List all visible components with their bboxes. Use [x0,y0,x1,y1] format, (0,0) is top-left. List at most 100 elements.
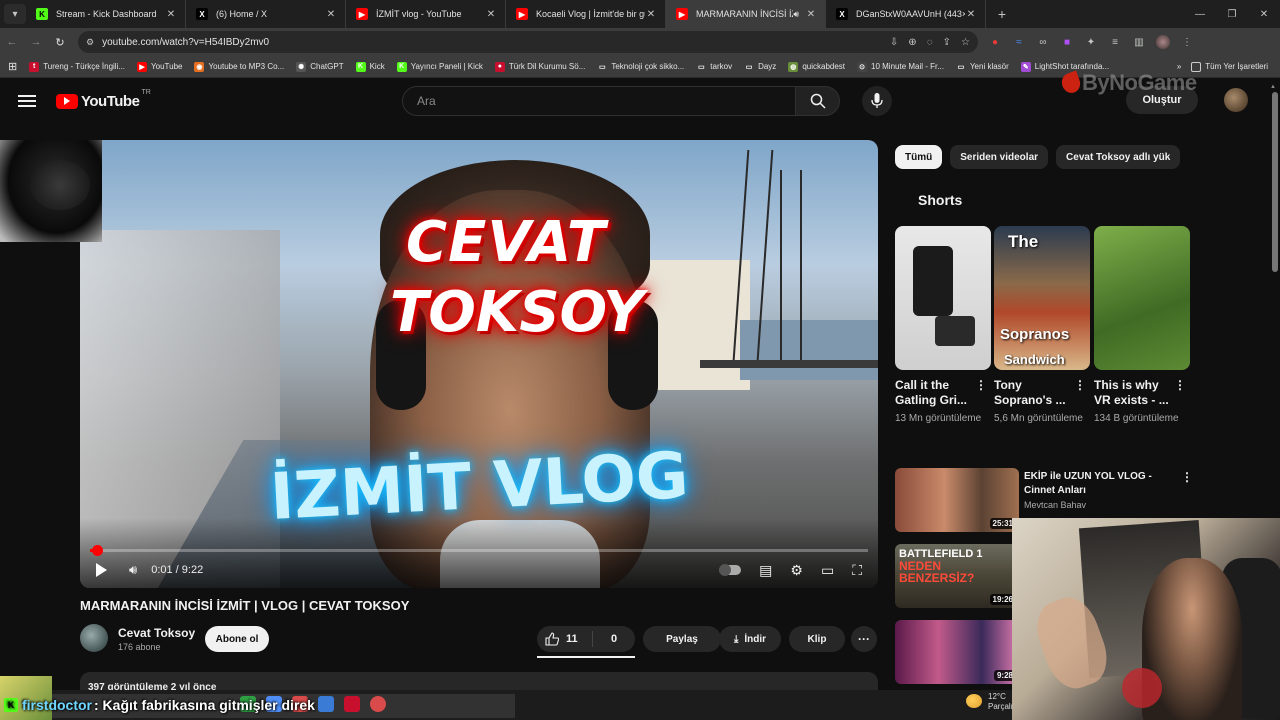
bookmark-item[interactable]: ▭ Yeni klasör [955,61,1009,72]
url-field[interactable]: ⚙ youtube.com/watch?v=H54IBDy2mv0 ⇩ ⊕ ◌ … [78,31,978,53]
short-thumbnail[interactable] [1094,226,1190,370]
back-icon[interactable]: ← [0,36,24,48]
bookmark-star-icon[interactable]: ☆ [961,37,970,48]
bookmark-item[interactable]: ▶ YouTube [137,61,182,72]
voice-search-button[interactable] [862,86,892,116]
browser-tab[interactable]: X (6) Home / X ✕ [186,0,346,28]
extensions-puzzle-icon[interactable]: ✦ [1084,37,1098,48]
subtitles-icon[interactable]: ▤ [759,562,772,579]
bookmark-item[interactable]: K Yayıncı Paneli | Kick [396,61,483,72]
tab-close-icon[interactable]: ✕ [965,9,977,20]
browser-tab[interactable]: ▶ MARMARANIN İNCİSİ İZMİ🔊︎ ✕ [666,0,826,28]
short-thumbnail[interactable] [895,226,991,370]
fullscreen-icon[interactable]: ⛶ [852,562,862,579]
tab-audio-icon[interactable]: 🔊︎ [793,9,799,20]
filter-chip[interactable]: Cevat Toksoy adlı yük [1056,145,1181,169]
autoplay-toggle[interactable] [719,564,742,576]
bookmark-item[interactable]: ⊙ 10 Minute Mail - Fr... [857,61,944,72]
video-player[interactable]: CEVAT TOKSOY İZMİT VLOG 🔊︎ 0:01 / 9:22 ▤… [80,140,878,588]
channel-avatar[interactable] [80,624,108,652]
minimize-icon[interactable]: — [1184,9,1216,20]
download-button[interactable]: ⤓ İndir [719,626,781,652]
reload-icon[interactable]: ↻ [48,36,72,49]
split-view-icon[interactable]: ▥ [1132,37,1146,48]
like-button[interactable]: 11 [537,631,593,647]
tab-search-icon[interactable]: ≡ [1108,37,1122,48]
short-menu-icon[interactable]: ⋮ [1074,378,1086,392]
bookmark-item[interactable]: ● Türk Dil Kurumu Sö... [494,61,585,72]
extension-purple-icon[interactable]: ■ [1060,37,1074,48]
new-tab-button[interactable]: + [990,6,1014,22]
tab-close-icon[interactable]: ✕ [485,9,497,20]
short-card[interactable]: Call it the Gatling Gri... 13 Mn görüntü… [895,226,991,427]
volume-icon[interactable]: 🔊︎ [129,562,137,578]
extension-glasses-icon[interactable]: ∞ [1036,37,1050,48]
youtube-logo[interactable]: YouTube TR [56,89,151,110]
tab-close-icon[interactable]: ✕ [325,9,337,20]
short-card[interactable]: This is why VR exists - ... 134 B görünt… [1094,226,1190,427]
taskbar-app-icon[interactable] [318,696,334,712]
scroll-up-icon[interactable]: ▲ [1270,84,1276,90]
apps-grid-icon[interactable]: ⊞ [8,60,17,73]
settings-gear-icon[interactable]: ⚙ [790,562,803,579]
account-avatar[interactable] [1224,88,1248,112]
bookmark-item[interactable]: ▭ Teknoloji çok sikko... [597,61,684,72]
browser-menu-icon[interactable]: ⋮ [1180,37,1194,48]
restore-icon[interactable]: ❐ [1216,9,1248,20]
taskbar-app-icon[interactable] [370,696,386,712]
bookmark-item[interactable]: ▭ tarkov [696,61,732,72]
tab-close-icon[interactable]: ✕ [165,9,177,20]
zoom-icon[interactable]: ⊕ [908,37,916,48]
theater-mode-icon[interactable]: ▭ [821,562,834,579]
search-button[interactable] [796,86,840,116]
short-card[interactable]: The Sopranos Sandwich Tony Soprano's ...… [994,226,1090,427]
bookmark-item[interactable]: K Kick [355,61,385,72]
search-input[interactable]: Ara [402,86,796,116]
bookmark-item[interactable]: ✺ ChatGPT [296,61,344,72]
filter-chip[interactable]: Seriden videolar [950,145,1049,169]
extension-red-icon[interactable]: ● [988,37,1002,48]
tab-search-button[interactable]: ▾ [4,4,26,24]
play-icon[interactable] [96,563,107,577]
site-info-icon[interactable]: ⚙ [86,37,94,48]
weather-cloud-sun-icon [966,694,982,708]
channel-name[interactable]: Cevat Toksoy [118,626,195,640]
page-scrollbar[interactable] [1272,92,1278,272]
more-actions-icon[interactable]: ··· [851,626,877,652]
video-menu-icon[interactable]: ⋮ [1181,470,1193,484]
browser-tab[interactable]: X DGanStxW0AAVUnH (443×254)✕ [826,0,986,28]
video-thumbnail[interactable]: 25:31 [895,468,1019,532]
extension-wave-icon[interactable]: ≈ [1012,37,1026,48]
taskbar-weather[interactable]: 12°C Parçalı [966,692,1013,712]
taskbar-app-icon[interactable] [344,696,360,712]
scrubber-handle[interactable] [92,545,103,556]
video-thumbnail[interactable]: 9:28 [895,620,1019,684]
video-thumbnail[interactable]: BATTLEFIELD 1 NEDEN BENZERSİZ? 19:26 [895,544,1019,608]
close-window-icon[interactable]: ✕ [1248,9,1280,20]
dislike-button[interactable]: 0 [593,633,635,645]
short-menu-icon[interactable]: ⋮ [975,378,987,392]
eye-off-icon[interactable]: ◌ [927,37,933,48]
guide-menu-icon[interactable] [18,95,36,107]
bookmark-item[interactable]: ◍ quickabdest [788,61,845,72]
bookmark-item[interactable]: ◉ Youtube to MP3 Co... [194,61,284,72]
browser-tab[interactable]: K Stream - Kick Dashboard ✕ [26,0,186,28]
subscribe-button[interactable]: Abone ol [205,626,269,652]
all-bookmarks-folder[interactable]: Tüm Yer İşaretleri [1191,61,1268,72]
install-app-icon[interactable]: ⇩ [890,37,898,48]
clip-button[interactable]: Klip [789,626,845,652]
bookmark-item[interactable]: t Tureng - Türkçe İngili... [29,61,125,72]
tab-close-icon[interactable]: ✕ [805,9,817,20]
bookmark-item[interactable]: ▭ Dayz [744,61,776,72]
forward-icon[interactable]: → [24,36,48,48]
share-page-icon[interactable]: ⇪ [943,37,951,48]
browser-tab[interactable]: ▶ Kocaeli Vlog | İzmit'de bir gün |✕ [506,0,666,28]
share-button[interactable]: Paylaş [643,626,721,652]
filter-chip[interactable]: Tümü [895,145,943,169]
browser-tab[interactable]: ▶ İZMİT vlog - YouTube ✕ [346,0,506,28]
profile-avatar[interactable] [1156,35,1170,49]
short-menu-icon[interactable]: ⋮ [1174,378,1186,392]
short-thumbnail[interactable]: The Sopranos Sandwich [994,226,1090,370]
progress-bar[interactable] [90,545,868,556]
tab-close-icon[interactable]: ✕ [645,9,657,20]
